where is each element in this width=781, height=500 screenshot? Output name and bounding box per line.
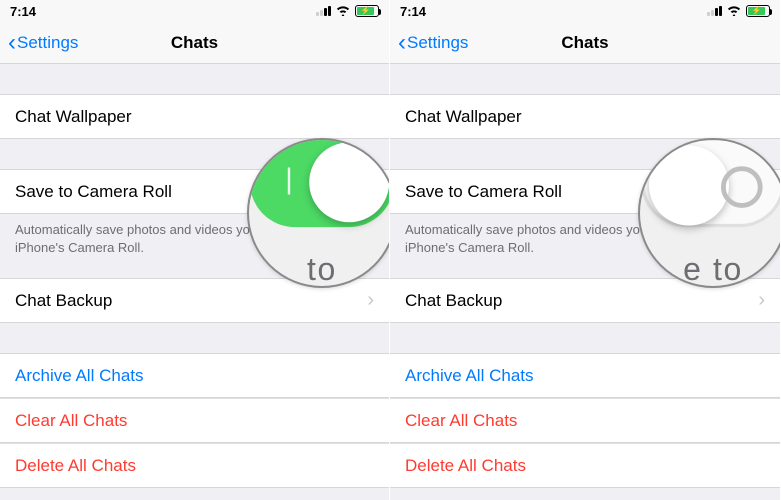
action-archive-all[interactable]: Archive All Chats xyxy=(0,353,389,398)
row-chat-wallpaper[interactable]: Chat Wallpaper xyxy=(0,94,389,139)
battery-icon: ⚡ xyxy=(355,5,379,17)
status-time: 7:14 xyxy=(400,4,426,19)
action-delete-all[interactable]: Delete All Chats xyxy=(390,443,780,488)
page-title: Chats xyxy=(171,33,218,53)
back-button[interactable]: ‹ Settings xyxy=(398,31,468,55)
screen-right: 7:14 ⚡ ‹ Settings Chats Chat Wallpaper S… xyxy=(390,0,780,500)
wifi-icon xyxy=(726,4,742,18)
magnified-cut-text: to xyxy=(307,252,337,288)
action-archive-all[interactable]: Archive All Chats xyxy=(390,353,780,398)
screen-left: 7:14 ⚡ ‹ Settings Chats Chat Wallpaper S… xyxy=(0,0,390,500)
magnifier-overlay: e to xyxy=(638,138,780,288)
magnified-toggle-off-icon xyxy=(641,138,780,227)
action-clear-all[interactable]: Clear All Chats xyxy=(390,398,780,443)
status-time: 7:14 xyxy=(10,4,36,19)
nav-bar: ‹ Settings Chats xyxy=(0,22,389,64)
status-bar: 7:14 ⚡ xyxy=(390,0,780,22)
row-label: Chat Wallpaper xyxy=(405,107,522,127)
battery-icon: ⚡ xyxy=(746,5,770,17)
cellular-signal-icon xyxy=(316,6,331,16)
nav-bar: ‹ Settings Chats xyxy=(390,22,780,64)
status-bar: 7:14 ⚡ xyxy=(0,0,389,22)
row-label: Chat Wallpaper xyxy=(15,107,132,127)
row-label: Save to Camera Roll xyxy=(405,182,562,202)
magnified-cut-text: e to xyxy=(683,252,743,288)
wifi-icon xyxy=(335,4,351,18)
chevron-left-icon: ‹ xyxy=(8,31,16,55)
magnifier-overlay: to xyxy=(247,138,390,288)
magnified-toggle-on-icon xyxy=(250,138,390,227)
row-chat-wallpaper[interactable]: Chat Wallpaper xyxy=(390,94,780,139)
chevron-left-icon: ‹ xyxy=(398,31,406,55)
row-label: Chat Backup xyxy=(405,291,502,311)
row-label: Chat Backup xyxy=(15,291,112,311)
row-label: Save to Camera Roll xyxy=(15,182,172,202)
back-label: Settings xyxy=(17,33,78,53)
cellular-signal-icon xyxy=(707,6,722,16)
back-button[interactable]: ‹ Settings xyxy=(8,31,78,55)
back-label: Settings xyxy=(407,33,468,53)
chevron-right-icon: › xyxy=(367,289,374,312)
page-title: Chats xyxy=(561,33,608,53)
chevron-right-icon: › xyxy=(758,289,765,312)
action-delete-all[interactable]: Delete All Chats xyxy=(0,443,389,488)
action-clear-all[interactable]: Clear All Chats xyxy=(0,398,389,443)
